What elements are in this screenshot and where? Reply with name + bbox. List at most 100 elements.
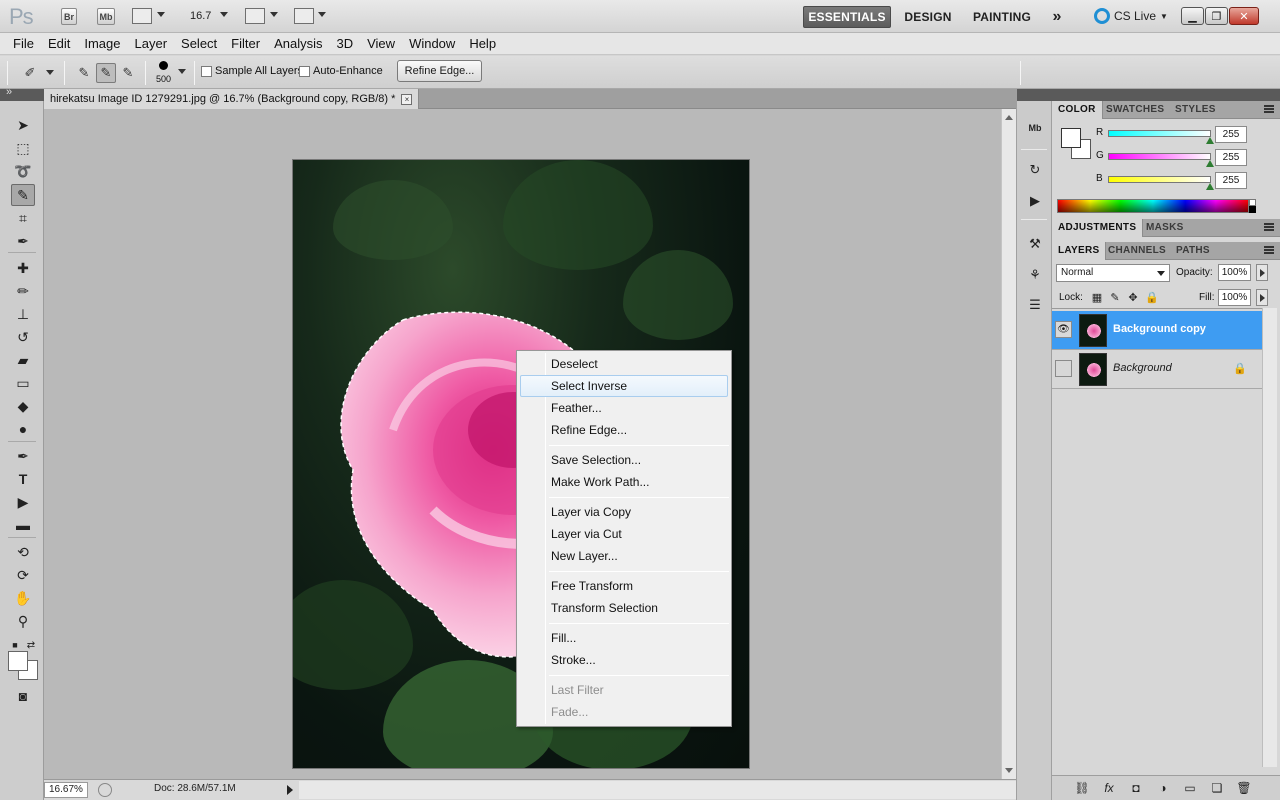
document-tab[interactable]: hirekatsu Image ID 1279291.jpg @ 16.7% (… [44,89,420,109]
zoom-tool-icon[interactable]: ⚲ [11,610,35,632]
close-window-button[interactable]: ✕ [1229,7,1259,25]
mini-bridge-panel-icon[interactable]: Mb [1024,117,1046,139]
menu-item-stroke[interactable]: Stroke... [520,649,728,671]
menu-view[interactable]: View [360,33,402,55]
add-to-selection-brush-icon[interactable]: ✎ [96,63,116,83]
visibility-eye-icon[interactable] [1055,360,1072,377]
menu-item-feather[interactable]: Feather... [520,397,728,419]
quick-mask-icon[interactable]: ◙ [11,685,35,707]
tab-channels[interactable]: CHANNELS [1102,242,1172,260]
sample-all-layers-checkbox[interactable] [201,66,212,77]
workspace-essentials-button[interactable]: ESSENTIALS [803,6,891,28]
icon-strip-header[interactable] [1017,89,1052,101]
menu-item-deselect[interactable]: Deselect [520,353,728,375]
tab-styles[interactable]: STYLES [1169,101,1222,119]
tool-presets-panel-icon[interactable]: ☰ [1024,294,1046,316]
refine-edge-button[interactable]: Refine Edge... [397,60,482,82]
tab-layers[interactable]: LAYERS [1052,242,1107,260]
menu-3d[interactable]: 3D [329,33,360,55]
menu-window[interactable]: Window [402,33,462,55]
launch-bridge-button[interactable]: Br [61,8,77,25]
layers-vertical-scrollbar[interactable] [1262,308,1277,767]
layer-name[interactable]: Background copy [1113,323,1206,335]
eyedropper-tool-icon[interactable]: ✒ [11,230,35,252]
menu-item-fill[interactable]: Fill... [520,627,728,649]
tools-panel-header[interactable] [0,86,44,101]
tool-preset-picker-icon[interactable]: ✐ [20,63,40,83]
opacity-slider-toggle[interactable] [1256,264,1268,281]
blue-slider-thumb[interactable] [1206,183,1214,190]
blur-tool-icon[interactable]: ◆ [11,395,35,417]
add-layer-style-icon[interactable]: fx [1101,780,1117,796]
new-adjustment-layer-icon[interactable]: ◑ [1155,780,1171,796]
menu-item-new-layer[interactable]: New Layer... [520,545,728,567]
3d-orbit-tool-icon[interactable]: ⟳ [11,564,35,586]
red-channel-slider[interactable] [1108,130,1211,137]
red-slider-thumb[interactable] [1206,137,1214,144]
layers-panel-menu-icon[interactable] [1264,246,1274,254]
tab-color[interactable]: COLOR [1052,101,1103,119]
menu-image[interactable]: Image [77,33,127,55]
green-value-field[interactable]: 255 [1215,149,1247,166]
lock-image-pixels-icon[interactable]: ✎ [1109,292,1121,304]
menu-help[interactable]: Help [462,33,503,55]
foreground-color-swatch[interactable] [8,651,28,671]
auto-enhance-checkbox[interactable] [299,66,310,77]
new-layer-icon[interactable]: ❏ [1209,780,1225,796]
history-panel-icon[interactable]: ↻ [1024,159,1046,181]
blue-value-field[interactable]: 255 [1215,172,1247,189]
hand-tool-icon[interactable]: ✋ [11,587,35,609]
dodge-tool-icon[interactable]: ● [11,418,35,440]
lock-position-icon[interactable]: ✥ [1127,292,1139,304]
brush-tool-icon[interactable]: ✏ [11,280,35,302]
tool-preset-dropdown-icon[interactable] [46,70,54,75]
arrange-documents-icon[interactable] [245,8,265,24]
pen-tool-icon[interactable]: ✒ [11,445,35,467]
color-panel-foreground-swatch[interactable] [1061,128,1081,148]
history-brush-tool-icon[interactable]: ↺ [11,326,35,348]
menu-item-layer-via-copy[interactable]: Layer via Copy [520,501,728,523]
lasso-tool-icon[interactable]: ➰ [11,160,35,182]
arrange-dropdown-icon[interactable] [270,12,278,17]
menu-analysis[interactable]: Analysis [267,33,329,55]
menu-item-transform-selection[interactable]: Transform Selection [520,597,728,619]
close-document-icon[interactable]: × [401,93,413,105]
lock-transparent-pixels-icon[interactable]: ▦ [1091,292,1103,304]
opacity-field[interactable]: 100% [1218,264,1251,281]
screen-mode-dropdown-icon[interactable] [318,12,326,17]
tab-paths[interactable]: PATHS [1170,242,1216,260]
layer-row-background-copy[interactable]: 👁 Background copy [1052,311,1262,350]
screen-mode-icon[interactable] [294,8,314,24]
visibility-eye-icon[interactable]: 👁 [1055,321,1072,338]
brushes-panel-icon[interactable]: ⚒ [1024,233,1046,255]
adjustments-panel-menu-icon[interactable] [1264,223,1274,231]
healing-brush-tool-icon[interactable]: ✚ [11,257,35,279]
cs-live-button[interactable]: CS Live ▼ [1094,8,1168,24]
fill-slider-toggle[interactable] [1256,289,1268,306]
restore-button[interactable]: ❐ [1205,7,1228,25]
scroll-down-icon[interactable] [1005,768,1013,773]
color-panel-menu-icon[interactable] [1264,105,1274,113]
delete-layer-icon[interactable]: 🗑 [1236,780,1252,796]
view-extras-dropdown-icon[interactable] [157,12,165,17]
menu-file[interactable]: File [6,33,41,55]
red-value-field[interactable]: 255 [1215,126,1247,143]
more-workspaces-button[interactable]: » [1046,6,1068,28]
layer-name[interactable]: Background [1113,362,1172,374]
new-selection-brush-icon[interactable]: ✎ [74,63,94,83]
tab-swatches[interactable]: SWATCHES [1100,101,1170,119]
zoom-percentage-field[interactable]: 16.67% [44,782,88,798]
eraser-tool-icon[interactable]: ▰ [11,349,35,371]
subtract-from-selection-brush-icon[interactable]: ✎ [118,63,138,83]
white-color-chip[interactable] [1249,199,1256,206]
view-extras-icon[interactable] [132,8,152,24]
fill-field[interactable]: 100% [1218,289,1251,306]
launch-mini-bridge-button[interactable]: Mb [97,8,115,25]
marquee-tool-icon[interactable]: ⬚ [11,137,35,159]
brush-size-value[interactable]: 500 [156,74,171,84]
path-selection-tool-icon[interactable]: ▶ [11,491,35,513]
scroll-up-icon[interactable] [1005,115,1013,120]
tab-adjustments[interactable]: ADJUSTMENTS [1052,219,1144,237]
clone-source-panel-icon[interactable]: ⚘ [1024,264,1046,286]
lock-all-icon[interactable]: 🔒 [1145,292,1159,304]
